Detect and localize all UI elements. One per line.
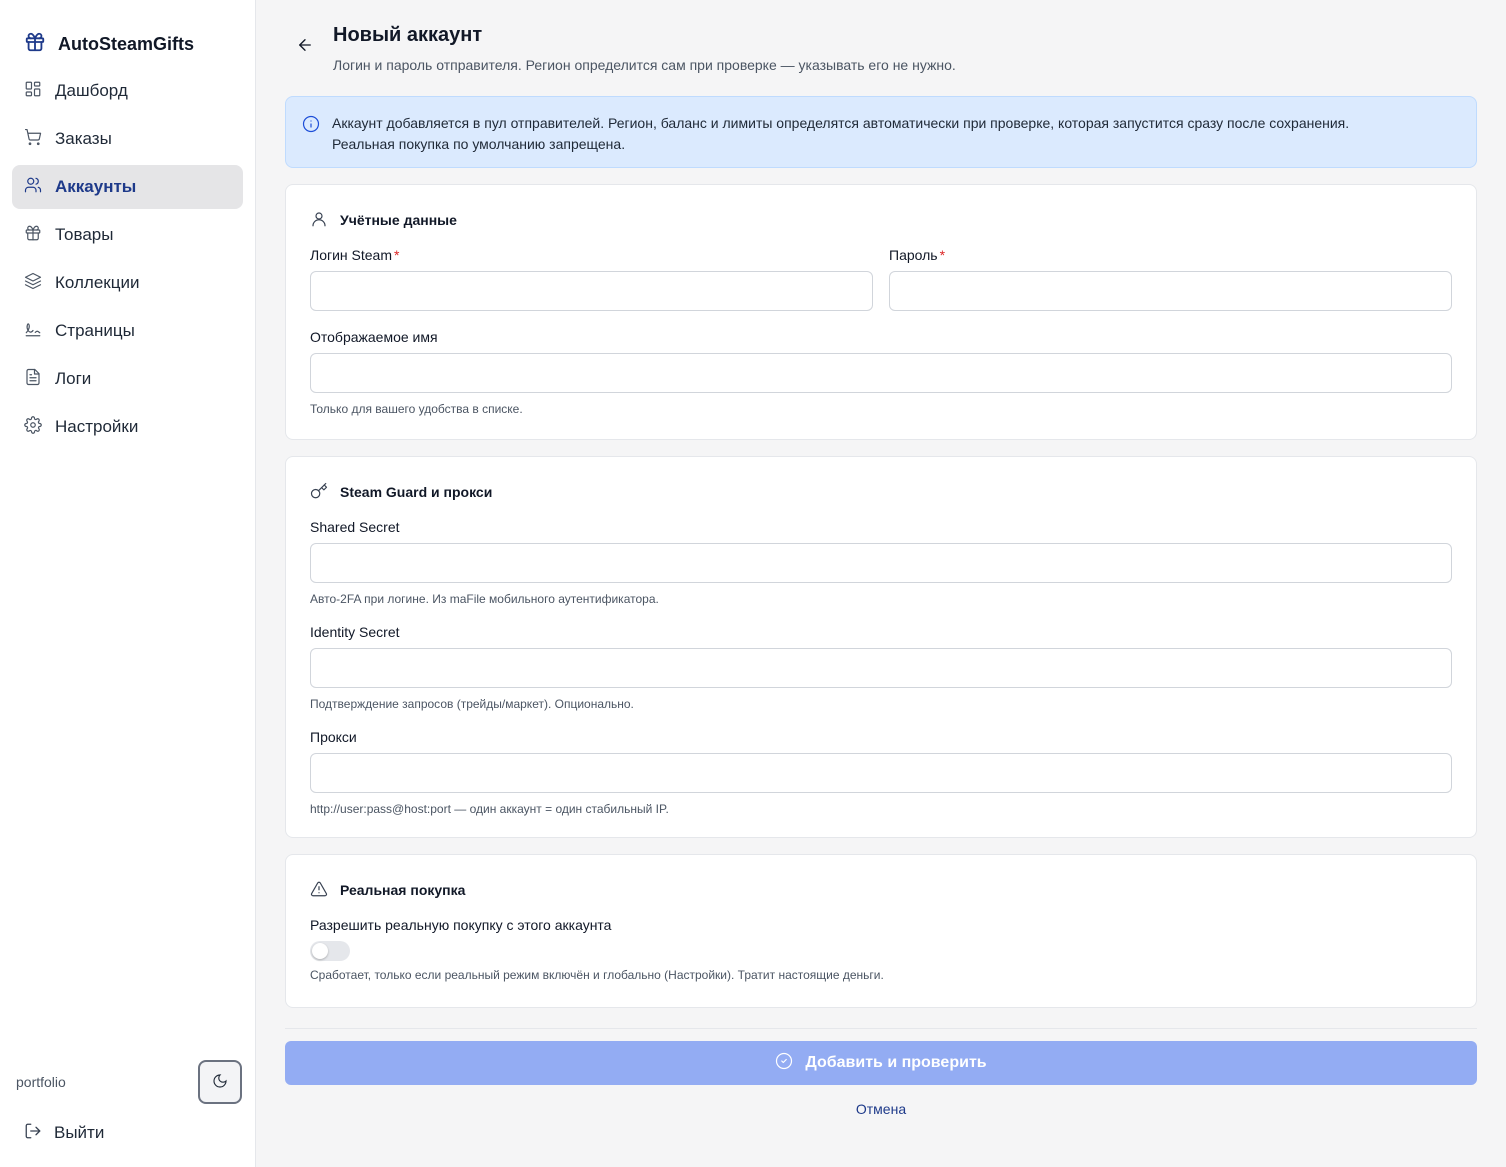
check-circle-icon: [775, 1052, 793, 1075]
password-label: Пароль *: [889, 245, 1452, 265]
steam-guard-card-title: Steam Guard и прокси: [310, 481, 1452, 503]
display-name-hint: Только для вашего удобства в списке.: [310, 402, 523, 416]
page-header: Новый аккаунт Логин и пароль отправителя…: [285, 22, 1477, 96]
shared-secret-input[interactable]: [310, 543, 1452, 583]
credentials-card: Учётные данные Логин Steam * Пароль * Отоб…: [285, 184, 1477, 440]
key-icon: [310, 482, 328, 503]
toggle-knob: [312, 943, 328, 959]
real-purchase-hint: Сработает, только если реальный режим вк…: [310, 968, 884, 982]
shared-secret-field-group: Shared Secret Авто-2FA при логине. Из ma…: [310, 517, 1452, 606]
real-purchase-card-title: Реальная покупка: [310, 879, 1452, 901]
main-content: Новый аккаунт Логин и пароль отправителя…: [256, 0, 1506, 1167]
real-purchase-card: Реальная покупка Разрешить реальную поку…: [285, 854, 1477, 1008]
gift-icon: [24, 31, 46, 58]
sidebar-item-label: Логи: [55, 369, 92, 388]
logout-label: Выйти: [54, 1123, 105, 1142]
user-icon: [310, 210, 328, 231]
sidebar-footer: portfolio Выйти: [0, 1060, 255, 1167]
logout-button[interactable]: Выйти: [0, 1120, 255, 1146]
credentials-row: Логин Steam * Пароль *: [310, 245, 1452, 311]
required-mark: *: [393, 247, 400, 263]
sidebar-item-accounts[interactable]: Аккаунты: [12, 165, 243, 209]
page-subtitle: Логин и пароль отправителя. Регион опред…: [333, 57, 956, 73]
info-line-2: Реальная покупка по умолчанию запрещена.: [332, 136, 626, 152]
users-icon: [24, 176, 42, 199]
proxy-hint: http://user:pass@host:port — один аккаун…: [310, 802, 669, 816]
app-root: AutoSteamGifts Дашборд Заказы Аккаунты Т…: [0, 0, 1506, 1167]
signature-icon: [24, 320, 42, 343]
proxy-field-group: Прокси http://user:pass@host:port — один…: [310, 727, 1452, 816]
theme-toggle-button[interactable]: [198, 1060, 242, 1104]
display-name-label: Отображаемое имя: [310, 329, 438, 345]
submit-label: Добавить и проверить: [805, 1054, 987, 1071]
card-title-text: Реальная покупка: [340, 882, 466, 898]
display-name-field-group: Отображаемое имя Только для вашего удобс…: [310, 327, 1452, 416]
add-and-check-button[interactable]: Добавить и проверить: [285, 1041, 1477, 1085]
actions-divider: [285, 1028, 1477, 1029]
brand[interactable]: AutoSteamGifts: [0, 0, 255, 62]
info-icon: [302, 113, 320, 153]
sidebar-item-label: Товары: [55, 225, 114, 244]
workspace-row: portfolio: [0, 1060, 255, 1104]
credentials-card-title: Учётные данные: [310, 209, 1452, 231]
arrow-left-icon: [296, 36, 314, 59]
page-title: Новый аккаунт: [333, 24, 483, 46]
proxy-label: Прокси: [310, 729, 357, 745]
sidebar-item-pages[interactable]: Страницы: [12, 309, 243, 353]
cancel-link[interactable]: Отмена: [285, 1101, 1477, 1117]
identity-secret-hint: Подтверждение запросов (трейды/маркет). …: [310, 697, 634, 711]
login-field-group: Логин Steam *: [310, 245, 873, 311]
sidebar-item-label: Страницы: [55, 321, 135, 340]
login-label-text: Логин Steam: [310, 247, 392, 263]
sidebar-item-label: Настройки: [55, 417, 139, 436]
sidebar-item-collections[interactable]: Коллекции: [12, 261, 243, 305]
proxy-input[interactable]: [310, 753, 1452, 793]
password-field-group: Пароль *: [889, 245, 1452, 311]
display-name-input[interactable]: [310, 353, 1452, 393]
sidebar: AutoSteamGifts Дашборд Заказы Аккаунты Т…: [0, 0, 256, 1167]
identity-secret-label: Identity Secret: [310, 624, 400, 640]
dashboard-icon: [24, 80, 42, 103]
sidebar-item-label: Аккаунты: [55, 177, 137, 196]
info-banner: Аккаунт добавляется в пул отправителей. …: [285, 96, 1477, 168]
info-line-1: Аккаунт добавляется в пул отправителей. …: [332, 115, 1350, 131]
back-button[interactable]: [293, 35, 317, 59]
sidebar-item-products[interactable]: Товары: [12, 213, 243, 257]
required-mark: *: [939, 247, 946, 263]
gift-icon: [24, 224, 42, 247]
cart-icon: [24, 128, 42, 151]
warning-triangle-icon: [310, 880, 328, 901]
login-label: Логин Steam *: [310, 245, 873, 265]
sidebar-item-orders[interactable]: Заказы: [12, 117, 243, 161]
card-title-text: Steam Guard и прокси: [340, 484, 493, 500]
sidebar-nav: Дашборд Заказы Аккаунты Товары Коллекции…: [0, 62, 255, 449]
identity-secret-input[interactable]: [310, 648, 1452, 688]
sidebar-item-label: Коллекции: [55, 273, 140, 292]
shared-secret-label: Shared Secret: [310, 519, 400, 535]
sidebar-item-label: Заказы: [55, 129, 112, 148]
steam-guard-card: Steam Guard и прокси Shared Secret Авто-…: [285, 456, 1477, 838]
password-label-text: Пароль: [889, 247, 938, 263]
sidebar-item-logs[interactable]: Логи: [12, 357, 243, 401]
workspace-name: portfolio: [16, 1074, 66, 1090]
identity-secret-field-group: Identity Secret Подтверждение запросов (…: [310, 622, 1452, 711]
real-purchase-toggle[interactable]: [310, 941, 350, 961]
sidebar-item-label: Дашборд: [55, 81, 128, 100]
real-purchase-toggle-label: Разрешить реальную покупку с этого аккау…: [310, 917, 612, 933]
layers-icon: [24, 272, 42, 295]
file-text-icon: [24, 368, 42, 391]
shared-secret-hint: Авто-2FA при логине. Из maFile мобильног…: [310, 592, 659, 606]
info-text: Аккаунт добавляется в пул отправителей. …: [332, 113, 1349, 153]
password-input[interactable]: [889, 271, 1452, 311]
brand-name: AutoSteamGifts: [58, 33, 195, 54]
moon-icon: [212, 1073, 228, 1092]
gear-icon: [24, 415, 42, 439]
sidebar-item-settings[interactable]: Настройки: [12, 405, 243, 449]
logout-icon: [24, 1122, 42, 1145]
card-title-text: Учётные данные: [340, 212, 457, 228]
login-input[interactable]: [310, 271, 873, 311]
sidebar-item-dashboard[interactable]: Дашборд: [12, 69, 243, 113]
